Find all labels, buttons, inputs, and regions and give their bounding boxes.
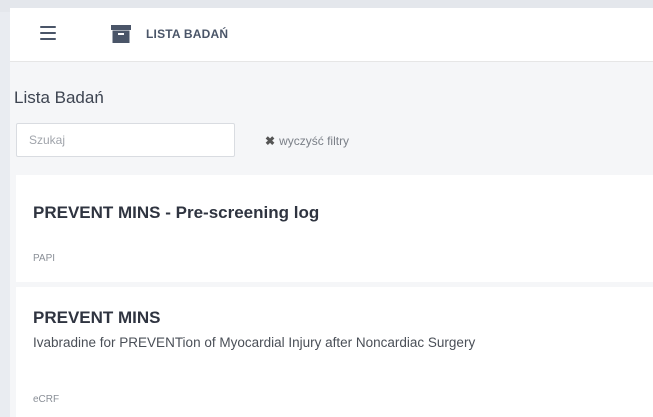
page-title: Lista Badań [14, 88, 104, 107]
header-title: LISTA BADAŃ [146, 27, 229, 41]
top-navbar: LISTA BADAŃ [10, 8, 653, 62]
study-title: PREVENT MINS [33, 308, 161, 327]
close-icon: ✖ [265, 134, 276, 148]
archive-box-icon [111, 25, 131, 43]
search-input[interactable] [16, 123, 235, 157]
study-card[interactable]: PREVENT MINS - Pre-screening log PAPI [16, 175, 653, 282]
clear-filters-label: wyczyść filtry [279, 134, 350, 148]
study-card[interactable]: PREVENT MINS Ivabradine for PREVENTion o… [16, 287, 653, 417]
hamburger-menu-icon[interactable] [38, 22, 60, 44]
clear-filters-button[interactable]: ✖ wyczyść filtry [265, 134, 349, 148]
study-description: Ivabradine for PREVENTion of Myocardial … [33, 335, 476, 350]
study-type: eCRF [33, 394, 60, 405]
main-content: Lista Badań ✖wyczyść filtry PREVENT MINS… [10, 62, 653, 417]
study-title: PREVENT MINS - Pre-screening log [33, 203, 320, 222]
study-type: PAPI [33, 253, 56, 264]
